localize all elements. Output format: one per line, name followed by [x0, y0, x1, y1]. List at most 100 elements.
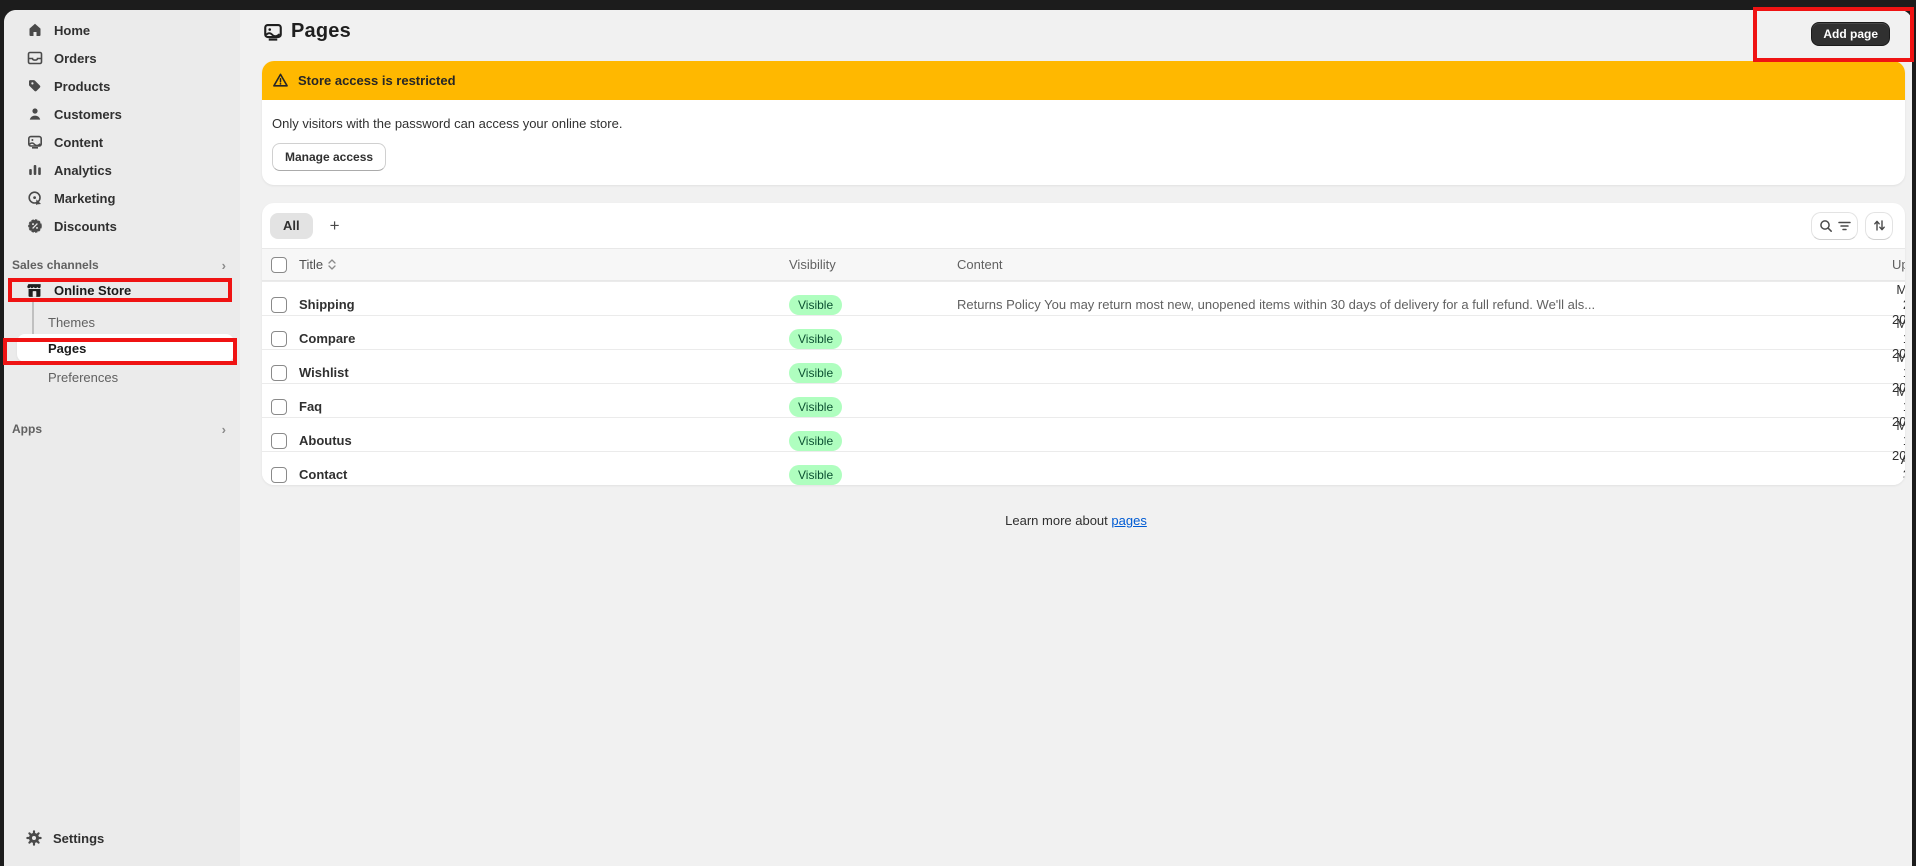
row-cell-checkbox [262, 399, 299, 415]
tab-all[interactable]: All [270, 213, 313, 239]
row-checkbox[interactable] [271, 331, 287, 347]
learn-more-footer: Learn more about pages [240, 513, 1912, 528]
sales-channels-header[interactable]: Sales channels › [4, 254, 240, 276]
header-cell-updated: Updated [1892, 257, 1905, 272]
row-title[interactable]: Wishlist [299, 365, 789, 380]
sidebar-item-label: Orders [54, 51, 97, 66]
add-view-button[interactable]: + [321, 213, 349, 239]
sidebar-item-online-store[interactable]: Online Store [4, 276, 240, 304]
home-icon [26, 22, 43, 39]
header-cell-visibility: Visibility [789, 257, 957, 272]
sidebar-item-home[interactable]: Home [4, 16, 240, 44]
header-cell-title[interactable]: Title [299, 257, 789, 272]
row-cell-visibility: Visible [789, 363, 957, 383]
visibility-badge: Visible [789, 295, 842, 315]
row-checkbox[interactable] [271, 467, 287, 483]
pages-icon [263, 22, 283, 42]
chevron-right-icon: › [222, 259, 226, 272]
row-title[interactable]: Contact [299, 467, 789, 482]
sidebar-item-settings[interactable]: Settings [4, 824, 240, 852]
visibility-badge: Visible [789, 397, 842, 417]
pages-table-card: All + [262, 203, 1905, 485]
sidebar-item-label: Products [54, 79, 110, 94]
sales-channels-label: Sales channels [12, 258, 99, 272]
warning-triangle-icon [272, 72, 289, 89]
row-title[interactable]: Aboutus [299, 433, 789, 448]
row-checkbox[interactable] [271, 433, 287, 449]
analytics-icon [26, 162, 43, 179]
row-title[interactable]: Compare [299, 331, 789, 346]
row-cell-visibility: Visible [789, 465, 957, 485]
sidebar-item-analytics[interactable]: Analytics [4, 156, 240, 184]
storefront-icon [26, 282, 43, 299]
row-title[interactable]: Shipping [299, 297, 789, 312]
plus-icon: + [330, 216, 340, 236]
manage-access-button[interactable]: Manage access [272, 143, 386, 171]
visibility-badge: Visible [789, 329, 842, 349]
table-row[interactable]: Faq Visible May 16, 2022 [262, 383, 1905, 417]
themes-label: Themes [48, 315, 95, 330]
table-row[interactable]: Compare Visible May 17, 2022 [262, 315, 1905, 349]
sidebar-item-discounts[interactable]: Discounts [4, 212, 240, 240]
banner-body: Only visitors with the password can acce… [262, 100, 1905, 185]
row-cell-checkbox [262, 433, 299, 449]
learn-more-text: Learn more about [1005, 513, 1108, 528]
visibility-badge: Visible [789, 431, 842, 451]
sidebar-item-label: Content [54, 135, 103, 150]
sort-button[interactable] [1865, 212, 1893, 240]
row-cell-checkbox [262, 467, 299, 483]
settings-label: Settings [53, 831, 104, 846]
preferences-label: Preferences [48, 370, 118, 385]
banner-header: Store access is restricted [262, 61, 1905, 100]
search-and-filter-button[interactable] [1811, 212, 1858, 240]
sidebar-item-products[interactable]: Products [4, 72, 240, 100]
marketing-icon [26, 190, 43, 207]
sidebar-item-customers[interactable]: Customers [4, 100, 240, 128]
sidebar-item-orders[interactable]: Orders [4, 44, 240, 72]
sidebar-item-themes[interactable]: Themes [4, 308, 240, 336]
table-row[interactable]: Contact Visible Apr 30, 2022 [262, 451, 1905, 485]
app-frame: Home Orders Products Customers [4, 10, 1912, 866]
row-checkbox[interactable] [271, 297, 287, 313]
online-store-label: Online Store [54, 283, 131, 298]
header-cell-content: Content [957, 257, 1892, 272]
table-header-row: Title Visibility Content Updated [262, 248, 1905, 281]
sidebar-item-marketing[interactable]: Marketing [4, 184, 240, 212]
table-row[interactable]: Aboutus Visible May 16, 2022 [262, 417, 1905, 451]
row-title[interactable]: Faq [299, 399, 789, 414]
main-content: Pages Add page Store access is restricte… [240, 10, 1912, 866]
row-content: Returns Policy You may return most new, … [957, 297, 1892, 312]
sidebar-item-preferences[interactable]: Preferences [4, 363, 240, 391]
row-cell-visibility: Visible [789, 329, 957, 349]
add-page-button[interactable]: Add page [1811, 22, 1890, 46]
sidebar-item-label: Customers [54, 107, 122, 122]
table-row[interactable]: Shipping Visible Returns Policy You may … [262, 281, 1905, 315]
row-updated: Apr 30, 2022 [1892, 452, 1905, 485]
row-checkbox[interactable] [271, 365, 287, 381]
learn-more-link[interactable]: pages [1111, 513, 1146, 528]
customers-icon [26, 106, 43, 123]
header-cell-checkbox [262, 257, 299, 273]
gear-icon [26, 830, 42, 846]
chevron-right-icon: › [222, 423, 226, 436]
select-all-checkbox[interactable] [271, 257, 287, 273]
table-row[interactable]: Wishlist Visible May 17, 2022 [262, 349, 1905, 383]
column-label-title: Title [299, 257, 323, 272]
banner-message: Only visitors with the password can acce… [272, 116, 1895, 131]
banner-title: Store access is restricted [298, 73, 456, 88]
row-cell-visibility: Visible [789, 431, 957, 451]
apps-label: Apps [12, 422, 42, 436]
orders-icon [26, 50, 43, 67]
page-title: Pages [291, 20, 351, 43]
apps-header[interactable]: Apps › [4, 418, 240, 440]
row-checkbox[interactable] [271, 399, 287, 415]
sidebar-item-pages[interactable]: Pages [17, 334, 234, 362]
pages-label: Pages [48, 341, 86, 356]
content-icon [26, 134, 43, 151]
store-access-banner: Store access is restricted Only visitors… [262, 61, 1905, 185]
main-nav: Home Orders Products Customers [4, 10, 240, 240]
sidebar-item-label: Marketing [54, 191, 115, 206]
sidebar-item-content[interactable]: Content [4, 128, 240, 156]
search-icon [1819, 219, 1833, 233]
column-sort-icon [328, 259, 336, 270]
